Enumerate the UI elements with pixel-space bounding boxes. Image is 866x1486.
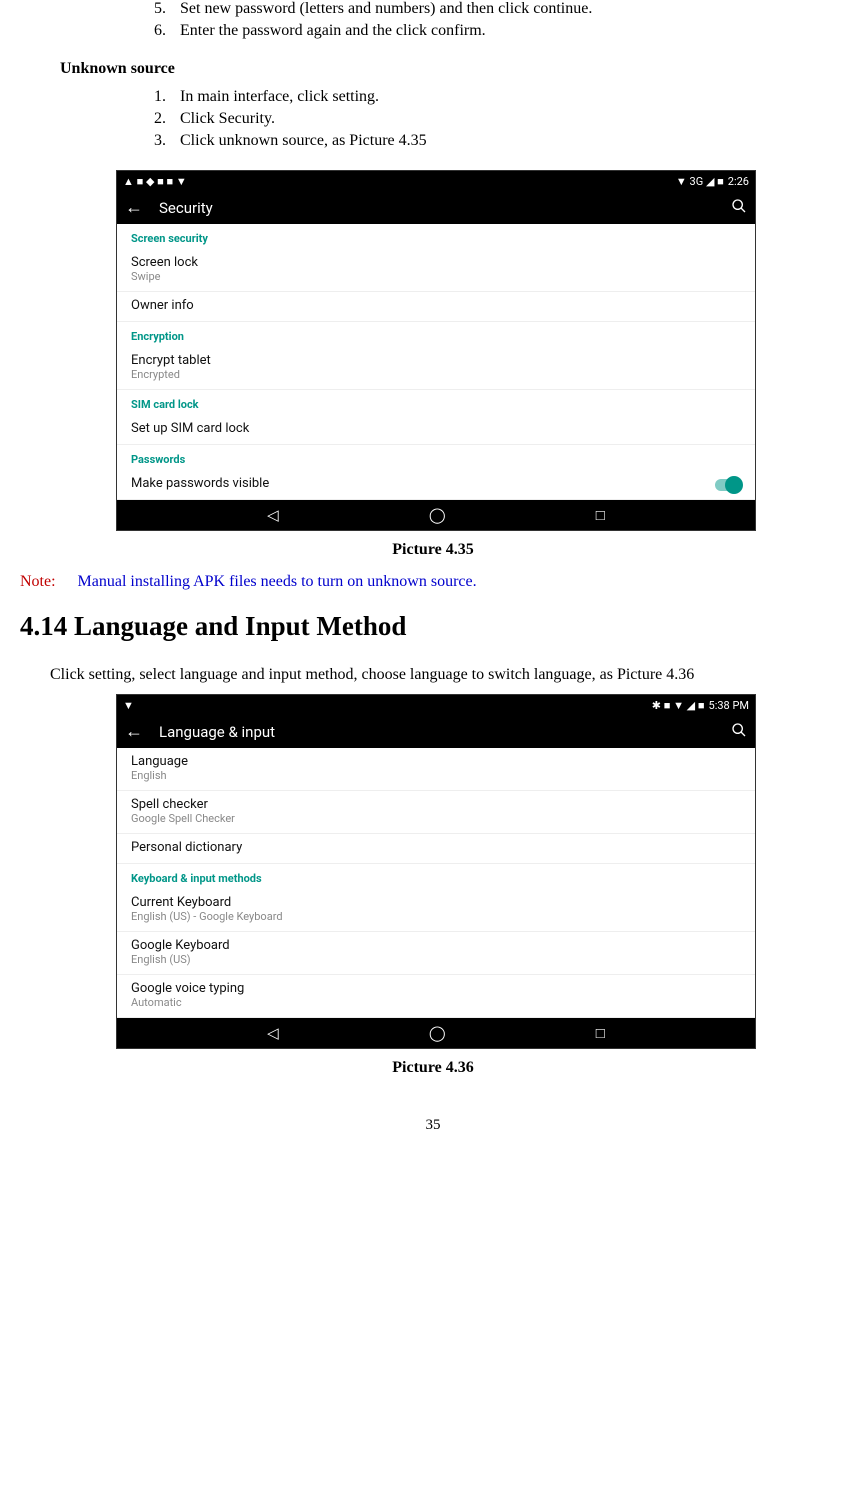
row-current-keyboard[interactable]: Current Keyboard English (US) - Google K… [117,889,755,932]
row-title: Set up SIM card lock [131,421,741,436]
group-keyboard-input-methods: Keyboard & input methods [117,864,755,889]
status-time: 5:38 PM [709,699,749,712]
row-screen-lock[interactable]: Screen lock Swipe [117,249,755,292]
status-right: ✱ ■ ▼ ◢ ■ 5:38 PM [652,699,749,712]
row-google-keyboard[interactable]: Google Keyboard English (US) [117,932,755,975]
search-icon[interactable] [731,722,747,742]
status-bar: ▼ ✱ ■ ▼ ◢ ■ 5:38 PM [117,695,755,715]
note-label: Note: [20,573,56,590]
toolbar: ← Security [117,191,755,224]
row-language[interactable]: Language English [117,748,755,791]
status-left-icons: ▼ [123,699,134,712]
row-title: Google voice typing [131,981,741,996]
nav-home-icon[interactable]: ◯ [429,506,446,524]
row-subtitle: Encrypted [131,368,741,381]
nav-recents-icon[interactable]: □ [596,1024,605,1042]
screenshot-language-input: ▼ ✱ ■ ▼ ◢ ■ 5:38 PM ← Language & input L… [116,694,756,1049]
row-subtitle: Automatic [131,996,741,1009]
row-title: Personal dictionary [131,840,741,855]
row-subtitle: English (US) [131,953,741,966]
row-title: Google Keyboard [131,938,741,953]
group-encryption: Encryption [117,322,755,347]
toolbar-title: Security [159,199,731,217]
row-make-passwords-visible[interactable]: Make passwords visible [117,470,755,500]
row-title: Make passwords visible [131,476,741,491]
screenshot-security: ▲ ■ ◆ ■ ■ ▼ ▼ 3G ◢ ■ 2:26 ← Security Scr… [116,170,756,531]
status-network: ✱ ■ ▼ ◢ ■ [652,699,705,712]
row-subtitle: Swipe [131,270,741,283]
list-item: Enter the password again and the click c… [170,22,846,40]
row-subtitle: English (US) - Google Keyboard [131,910,741,923]
prev-steps-list: Set new password (letters and numbers) a… [20,0,846,40]
status-right: ▼ 3G ◢ ■ 2:26 [676,175,749,188]
status-bar: ▲ ■ ◆ ■ ■ ▼ ▼ 3G ◢ ■ 2:26 [117,171,755,191]
row-spell-checker[interactable]: Spell checker Google Spell Checker [117,791,755,834]
toolbar: ← Language & input [117,715,755,748]
list-item: Set new password (letters and numbers) a… [170,0,846,18]
group-screen-security: Screen security [117,224,755,249]
body-paragraph: Click setting, select language and input… [50,666,846,684]
row-owner-info[interactable]: Owner info [117,292,755,322]
toggle-on-icon[interactable] [715,479,741,491]
list-item: In main interface, click setting. [170,88,846,106]
row-title: Owner info [131,298,741,313]
system-navbar: ◁ ◯ □ [117,1018,755,1048]
row-subtitle: Google Spell Checker [131,812,741,825]
group-passwords: Passwords [117,445,755,470]
group-sim-lock: SIM card lock [117,390,755,415]
unknown-steps-list: In main interface, click setting. Click … [20,88,846,150]
back-icon[interactable]: ← [125,197,143,218]
status-time: 2:26 [728,175,749,188]
picture-caption-4-35: Picture 4.35 [20,541,846,559]
list-item: Click unknown source, as Picture 4.35 [170,132,846,150]
nav-back-icon[interactable]: ◁ [267,1024,279,1042]
note-text: Manual installing APK files needs to tur… [78,573,477,590]
system-navbar: ◁ ◯ □ [117,500,755,530]
page-number: 35 [20,1117,846,1134]
nav-recents-icon[interactable]: □ [596,506,605,524]
section-heading-4-14: 4.14 Language and Input Method [20,611,846,642]
toolbar-title: Language & input [159,723,731,741]
search-icon[interactable] [731,198,747,218]
row-title: Language [131,754,741,769]
note-line: Note: Manual installing APK files needs … [20,573,846,591]
nav-home-icon[interactable]: ◯ [429,1024,446,1042]
picture-caption-4-36: Picture 4.36 [20,1059,846,1077]
row-subtitle: English [131,769,741,782]
row-title: Current Keyboard [131,895,741,910]
row-title: Encrypt tablet [131,353,741,368]
row-personal-dictionary[interactable]: Personal dictionary [117,834,755,864]
row-title: Screen lock [131,255,741,270]
row-encrypt-tablet[interactable]: Encrypt tablet Encrypted [117,347,755,390]
status-left-icons: ▲ ■ ◆ ■ ■ ▼ [123,175,187,188]
status-network: ▼ 3G ◢ ■ [676,175,724,188]
row-sim-lock[interactable]: Set up SIM card lock [117,415,755,445]
unknown-source-heading: Unknown source [60,60,846,78]
row-google-voice-typing[interactable]: Google voice typing Automatic [117,975,755,1018]
nav-back-icon[interactable]: ◁ [267,506,279,524]
back-icon[interactable]: ← [125,721,143,742]
row-title: Spell checker [131,797,741,812]
list-item: Click Security. [170,110,846,128]
